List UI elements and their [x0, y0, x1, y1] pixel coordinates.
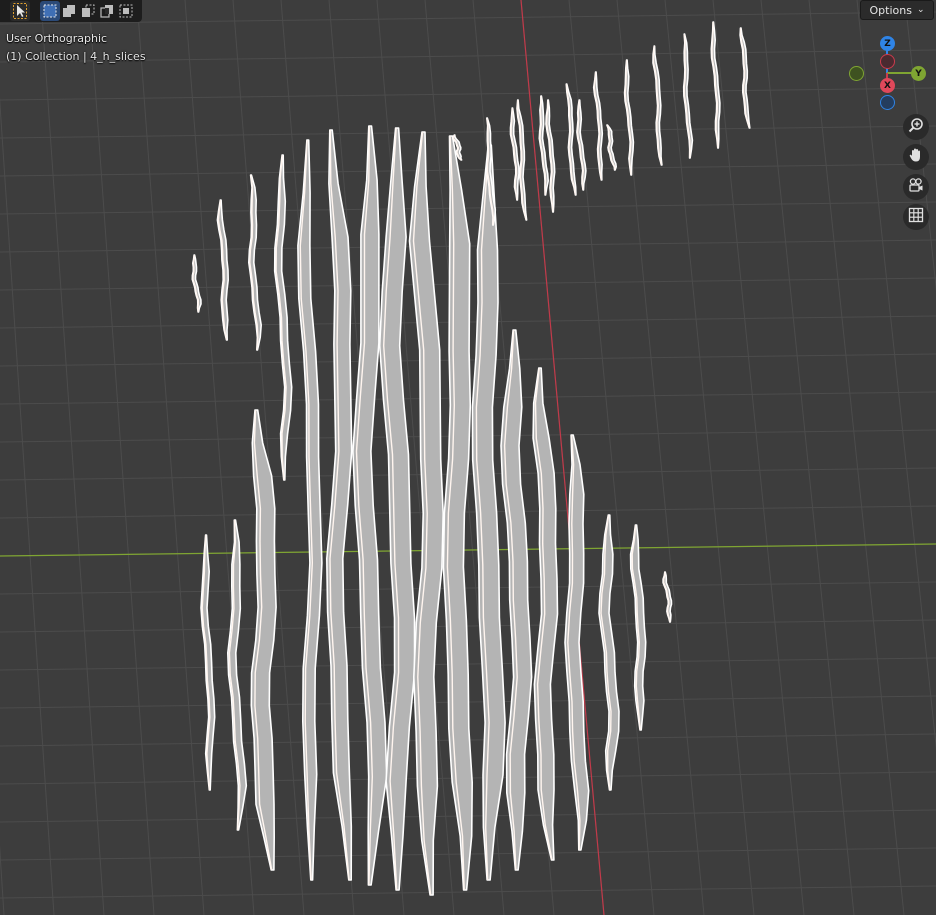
tool-header [0, 0, 142, 22]
zoom-button[interactable] [903, 114, 929, 140]
chevron-down-icon: ⌄ [916, 5, 925, 15]
gizmo-x-ball[interactable]: X [880, 78, 895, 93]
slice-16[interactable] [200, 534, 216, 791]
gizmo-neg-x-ball[interactable] [880, 54, 895, 69]
slice-1[interactable] [273, 154, 293, 481]
options-label: Options [869, 3, 912, 17]
ortho-toggle-button[interactable] [903, 204, 929, 230]
mode-invert-button[interactable] [97, 1, 117, 21]
select-extend-icon [62, 4, 76, 18]
slice-0[interactable] [248, 174, 263, 351]
view-name-label: User Orthographic [6, 32, 108, 45]
y-axis-line [0, 543, 936, 557]
slice-8[interactable] [471, 144, 506, 881]
mode-intersect-button[interactable] [116, 1, 136, 21]
slice-3[interactable] [325, 129, 353, 881]
slice-12[interactable] [598, 514, 620, 791]
gizmo-neg-y-ball[interactable] [849, 66, 864, 81]
slice-4[interactable] [352, 125, 388, 886]
camera-icon [908, 177, 924, 197]
select-new-icon [43, 4, 57, 18]
cursor-icon [13, 3, 27, 19]
select-invert-icon [100, 4, 114, 18]
select-tool-button[interactable] [10, 1, 30, 21]
slice-14[interactable] [250, 409, 277, 871]
options-dropdown[interactable]: Options ⌄ [860, 0, 934, 20]
slice-24[interactable] [565, 83, 577, 196]
gizmo-neg-z-ball[interactable] [880, 95, 895, 110]
pan-button[interactable] [903, 144, 929, 170]
zoom-icon [908, 117, 924, 137]
x-axis-line [520, 0, 605, 915]
camera-button[interactable] [903, 174, 929, 200]
mode-subtract-button[interactable] [78, 1, 98, 21]
gizmo-y-ball[interactable]: Y [911, 66, 926, 81]
mode-set-new-button[interactable] [40, 1, 60, 21]
select-subtract-icon [81, 4, 95, 18]
mode-extend-button[interactable] [59, 1, 79, 21]
viewport-scene[interactable] [0, 0, 936, 915]
gizmo-z-ball[interactable]: Z [880, 36, 895, 51]
collection-info-label: (1) Collection | 4_h_slices [6, 50, 146, 63]
grid-icon [908, 207, 924, 227]
select-intersect-icon [119, 4, 133, 18]
slice-9[interactable] [500, 329, 533, 871]
hand-icon [908, 147, 924, 167]
3d-viewport[interactable]: User Orthographic (1) Collection | 4_h_s… [0, 0, 936, 915]
navigation-gizmo[interactable]: Z Y X [840, 32, 936, 116]
mesh-slices[interactable] [191, 21, 751, 896]
